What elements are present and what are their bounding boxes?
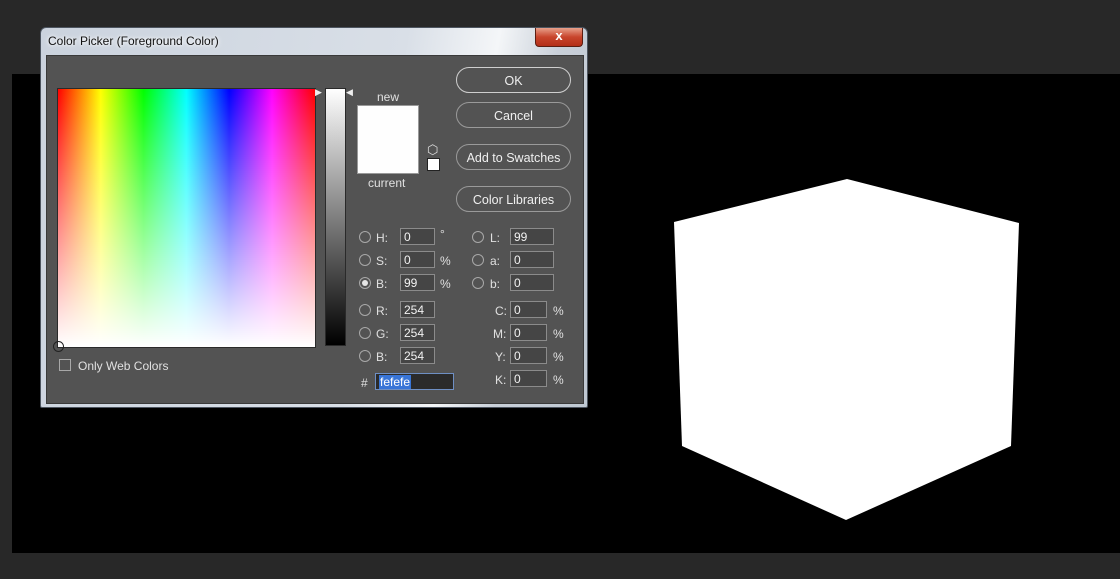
radio-a[interactable]	[472, 254, 484, 266]
only-web-colors-checkbox[interactable]	[59, 359, 71, 371]
color-field-marker[interactable]	[53, 341, 64, 352]
brightness-slider[interactable]	[325, 88, 346, 346]
close-button[interactable]: x	[535, 28, 583, 47]
radio-r[interactable]	[359, 304, 371, 316]
k-label: K:	[495, 373, 507, 387]
h-label: H:	[376, 231, 388, 245]
out-of-gamut-cube-icon[interactable]: ⬡	[427, 142, 438, 158]
new-color-swatch	[357, 105, 419, 140]
y-unit: %	[553, 350, 564, 364]
radio-s[interactable]	[359, 254, 371, 266]
hex-label: #	[361, 376, 368, 390]
h-unit: °	[440, 227, 445, 241]
y-input[interactable]: 0	[510, 347, 547, 364]
radio-b[interactable]	[359, 277, 371, 289]
add-to-swatches-button[interactable]: Add to Swatches	[456, 144, 571, 170]
color-field[interactable]	[53, 88, 316, 352]
slider-right-arrow-icon[interactable]: ◀	[346, 87, 353, 98]
l-input[interactable]: 99	[510, 228, 554, 245]
y-label: Y:	[495, 350, 506, 364]
l-label: L:	[490, 231, 501, 245]
hex-input[interactable]: fefefe	[375, 373, 454, 390]
a-label: a:	[490, 254, 501, 268]
lab-b-label: b:	[490, 277, 501, 291]
lab-b-input[interactable]: 0	[510, 274, 554, 291]
only-web-colors-label: Only Web Colors	[78, 359, 169, 373]
ok-button[interactable]: OK	[456, 67, 571, 93]
g-input[interactable]: 254	[400, 324, 435, 341]
r-input[interactable]: 254	[400, 301, 435, 318]
color-libraries-button[interactable]: Color Libraries	[456, 186, 571, 212]
s-label: S:	[376, 254, 388, 268]
blue-label: B:	[376, 350, 388, 364]
dialog-client: ▶ ◀ new current ⬡ OK Cancel Add to Swatc…	[46, 55, 584, 404]
s-input[interactable]: 0	[400, 251, 435, 268]
c-unit: %	[553, 304, 564, 318]
b-input[interactable]: 99	[400, 274, 435, 291]
c-label: C:	[495, 304, 507, 318]
close-icon: x	[555, 28, 563, 43]
web-safe-swatch[interactable]	[427, 158, 440, 171]
s-unit: %	[440, 254, 451, 268]
current-label: current	[368, 176, 406, 190]
blue-input[interactable]: 254	[400, 347, 435, 364]
h-input[interactable]: 0	[400, 228, 435, 245]
b-unit: %	[440, 277, 451, 291]
color-picker-dialog: Color Picker (Foreground Color) x ▶ ◀ ne…	[40, 27, 588, 408]
b-label: B:	[376, 277, 388, 291]
slider-left-arrow-icon[interactable]: ▶	[315, 87, 322, 98]
k-input[interactable]: 0	[510, 370, 547, 387]
new-label: new	[377, 90, 400, 104]
g-label: G:	[376, 327, 389, 341]
r-label: R:	[376, 304, 388, 318]
radio-g[interactable]	[359, 327, 371, 339]
dialog-title: Color Picker (Foreground Color)	[48, 34, 219, 48]
k-unit: %	[553, 373, 564, 387]
m-label: M:	[493, 327, 507, 341]
m-input[interactable]: 0	[510, 324, 547, 341]
radio-l[interactable]	[472, 231, 484, 243]
hex-value: fefefe	[379, 375, 412, 389]
m-unit: %	[553, 327, 564, 341]
c-input[interactable]: 0	[510, 301, 547, 318]
radio-h[interactable]	[359, 231, 371, 243]
radio-lab-b[interactable]	[472, 277, 484, 289]
radio-blue[interactable]	[359, 350, 371, 362]
cancel-button[interactable]: Cancel	[456, 102, 571, 128]
a-input[interactable]: 0	[510, 251, 554, 268]
current-color-swatch[interactable]	[357, 139, 419, 174]
